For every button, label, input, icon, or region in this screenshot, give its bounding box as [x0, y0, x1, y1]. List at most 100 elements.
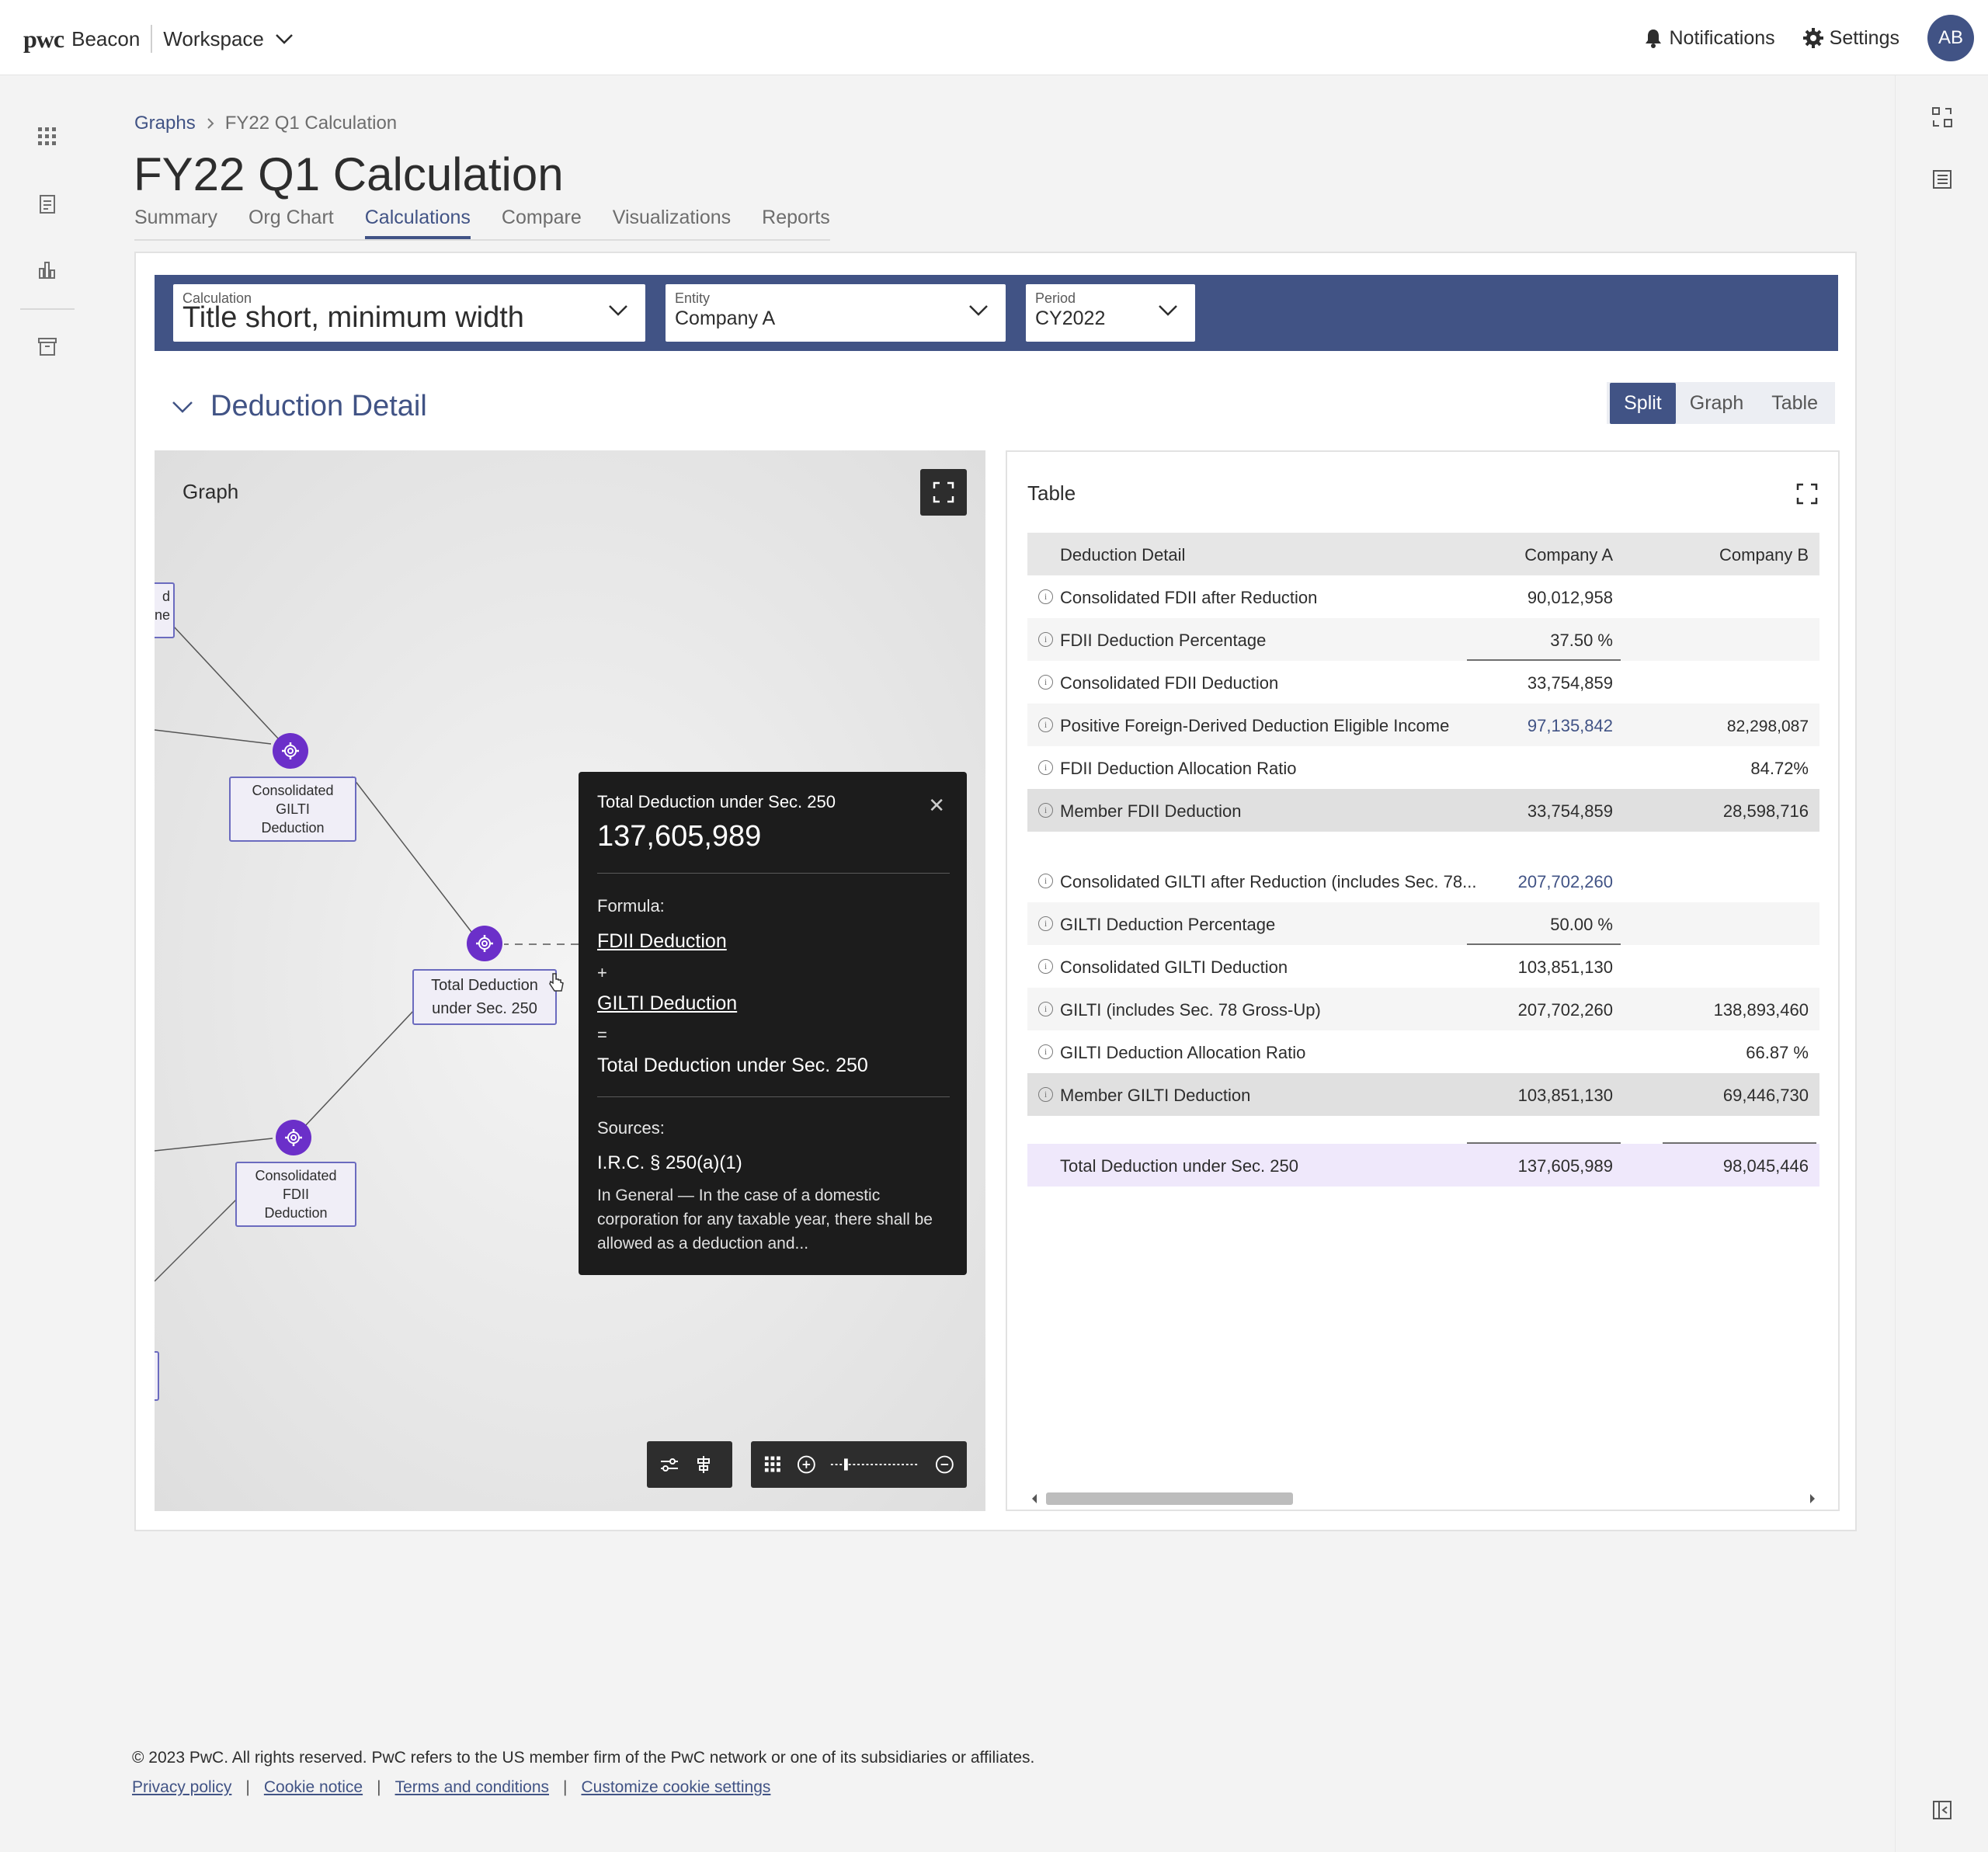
view-graph-button[interactable]: Graph: [1676, 383, 1757, 424]
graph-node-total[interactable]: [467, 926, 502, 961]
table-row[interactable]: i Consolidated FDII after Reduction 90,0…: [1027, 575, 1819, 618]
info-icon[interactable]: i: [1038, 959, 1053, 974]
graph-panel[interactable]: Graph d ne Consolidated GILTI Deduction …: [155, 450, 985, 1511]
info-icon[interactable]: i: [1038, 718, 1053, 732]
cookie-settings-link[interactable]: Customize cookie settings: [581, 1778, 770, 1797]
table-row[interactable]: i Positive Foreign-Derived Deduction Eli…: [1027, 704, 1819, 746]
view-table-button[interactable]: Table: [1757, 383, 1832, 424]
deduction-table: Deduction Detail Company A Company B i C…: [1027, 533, 1819, 1187]
scroll-right-icon[interactable]: [1809, 1493, 1816, 1504]
formula-term-gilti-link[interactable]: GILTI Deduction: [597, 992, 737, 1015]
info-icon[interactable]: i: [1038, 760, 1053, 775]
view-split-button[interactable]: Split: [1610, 382, 1676, 424]
cookie-notice-link[interactable]: Cookie notice: [264, 1778, 363, 1797]
formula-term-fdii-link[interactable]: FDII Deduction: [597, 930, 727, 953]
privacy-policy-link[interactable]: Privacy policy: [132, 1778, 231, 1797]
notifications-button[interactable]: Notifications: [1644, 26, 1775, 50]
brand[interactable]: pwc Beacon Workspace: [23, 23, 294, 54]
table-row[interactable]: i GILTI Deduction Allocation Ratio 66.87…: [1027, 1030, 1819, 1073]
clipboard-icon[interactable]: [37, 193, 57, 214]
section-title: Deduction Detail: [210, 390, 427, 422]
entity-dropdown[interactable]: Entity Company A: [666, 284, 1006, 342]
top-bar: pwc Beacon Workspace Notifications Setti…: [0, 0, 1988, 75]
company-a-value: 207,702,260: [1517, 1000, 1613, 1020]
company-a-value-link[interactable]: 207,702,260: [1518, 872, 1613, 892]
company-a-value-link[interactable]: 97,135,842: [1527, 716, 1613, 736]
workspace-switcher[interactable]: Workspace: [163, 27, 294, 51]
filter-sliders-icon[interactable]: [659, 1454, 679, 1475]
info-icon[interactable]: i: [1038, 1087, 1053, 1102]
fullscreen-icon[interactable]: [1796, 483, 1818, 505]
tab-org-chart[interactable]: Org Chart: [248, 207, 334, 239]
table-row[interactable]: i Consolidated GILTI after Reduction (in…: [1027, 860, 1819, 902]
info-icon[interactable]: i: [1038, 1002, 1053, 1016]
info-icon[interactable]: i: [1038, 874, 1053, 888]
apps-grid-icon[interactable]: [763, 1454, 783, 1475]
terms-link[interactable]: Terms and conditions: [395, 1778, 549, 1797]
graph-node-gilti[interactable]: [273, 733, 308, 769]
list-icon[interactable]: [1931, 169, 1953, 190]
graph-node-label-gilti[interactable]: Consolidated GILTI Deduction: [229, 777, 356, 842]
settings-button[interactable]: Settings: [1802, 27, 1899, 50]
table-row[interactable]: i Member GILTI Deduction 103,851,130 69,…: [1027, 1073, 1819, 1116]
collapse-panel-icon[interactable]: [1931, 1799, 1953, 1821]
table-row[interactable]: i Consolidated GILTI Deduction 103,851,1…: [1027, 945, 1819, 988]
zoom-out-icon[interactable]: [935, 1454, 954, 1475]
table-row[interactable]: i GILTI (includes Sec. 78 Gross-Up) 207,…: [1027, 988, 1819, 1030]
table-row[interactable]: i GILTI Deduction Percentage 50.00 %: [1027, 902, 1819, 945]
tab-summary[interactable]: Summary: [134, 207, 217, 239]
zoom-in-icon[interactable]: [797, 1454, 816, 1475]
table-row[interactable]: i FDII Deduction Allocation Ratio 84.72%: [1027, 746, 1819, 789]
avatar[interactable]: AB: [1927, 15, 1974, 61]
fullscreen-icon: [933, 481, 954, 503]
period-dropdown[interactable]: Period CY2022: [1026, 284, 1195, 342]
archive-icon[interactable]: [37, 336, 57, 356]
table-total-row[interactable]: Total Deduction under Sec. 250 137,605,9…: [1027, 1144, 1819, 1187]
chevron-down-icon[interactable]: [172, 400, 193, 414]
popover-title: Total Deduction under Sec. 250: [597, 792, 836, 811]
graph-node-label-partial-bottom[interactable]: [155, 1351, 159, 1401]
column-header[interactable]: Company B: [1719, 545, 1809, 565]
company-a-value: 137,605,989: [1517, 1156, 1613, 1176]
section-header[interactable]: Deduction Detail: [172, 390, 427, 423]
chevron-down-icon: [1159, 305, 1177, 316]
info-icon[interactable]: i: [1038, 632, 1053, 647]
scrollbar-thumb[interactable]: [1046, 1492, 1293, 1505]
info-icon[interactable]: i: [1038, 803, 1053, 818]
table-horizontal-scrollbar[interactable]: [1027, 1489, 1819, 1506]
tab-visualizations[interactable]: Visualizations: [613, 207, 731, 239]
align-icon[interactable]: [693, 1454, 714, 1475]
breadcrumb-graphs-link[interactable]: Graphs: [134, 113, 196, 134]
table-panel-title: Table: [1027, 481, 1076, 505]
column-header[interactable]: Company A: [1524, 545, 1613, 565]
company-b-value: 98,045,446: [1722, 1156, 1809, 1176]
tab-reports[interactable]: Reports: [762, 207, 830, 239]
notifications-label: Notifications: [1669, 26, 1775, 49]
table-row[interactable]: i Member FDII Deduction 33,754,859 28,59…: [1027, 789, 1819, 832]
apps-grid-icon[interactable]: [37, 127, 57, 147]
column-header[interactable]: Deduction Detail: [1060, 545, 1185, 565]
zoom-slider[interactable]: [829, 1454, 921, 1475]
graph-node-fdii[interactable]: [276, 1120, 311, 1155]
graph-node-label-total[interactable]: Total Deduction under Sec. 250: [412, 969, 557, 1025]
info-icon[interactable]: i: [1038, 589, 1053, 604]
bar-chart-icon[interactable]: [37, 259, 57, 280]
table-row[interactable]: i Consolidated FDII Deduction 33,754,859: [1027, 661, 1819, 704]
graph-node-label-partial[interactable]: d ne: [155, 582, 175, 638]
close-icon[interactable]: ✕: [928, 794, 945, 818]
tab-calculations[interactable]: Calculations: [364, 207, 471, 239]
table-row[interactable]: i FDII Deduction Percentage 37.50 %: [1027, 618, 1819, 661]
period-dropdown-label: Period: [1035, 290, 1076, 306]
graph-fullscreen-button[interactable]: [920, 469, 967, 516]
graph-node-label-fdii[interactable]: Consolidated FDII Deduction: [235, 1162, 356, 1227]
info-icon[interactable]: i: [1038, 1044, 1053, 1059]
transform-icon[interactable]: [1931, 106, 1953, 128]
table-spacer: [1027, 1116, 1819, 1144]
row-name: GILTI Deduction Percentage: [1060, 915, 1276, 934]
calculation-dropdown[interactable]: Calculation Title short, minimum width: [173, 284, 645, 342]
graph-layout-toolbar: [647, 1441, 732, 1488]
info-icon[interactable]: i: [1038, 916, 1053, 931]
tab-compare[interactable]: Compare: [502, 207, 582, 239]
scroll-left-icon[interactable]: [1030, 1493, 1038, 1504]
info-icon[interactable]: i: [1038, 675, 1053, 690]
